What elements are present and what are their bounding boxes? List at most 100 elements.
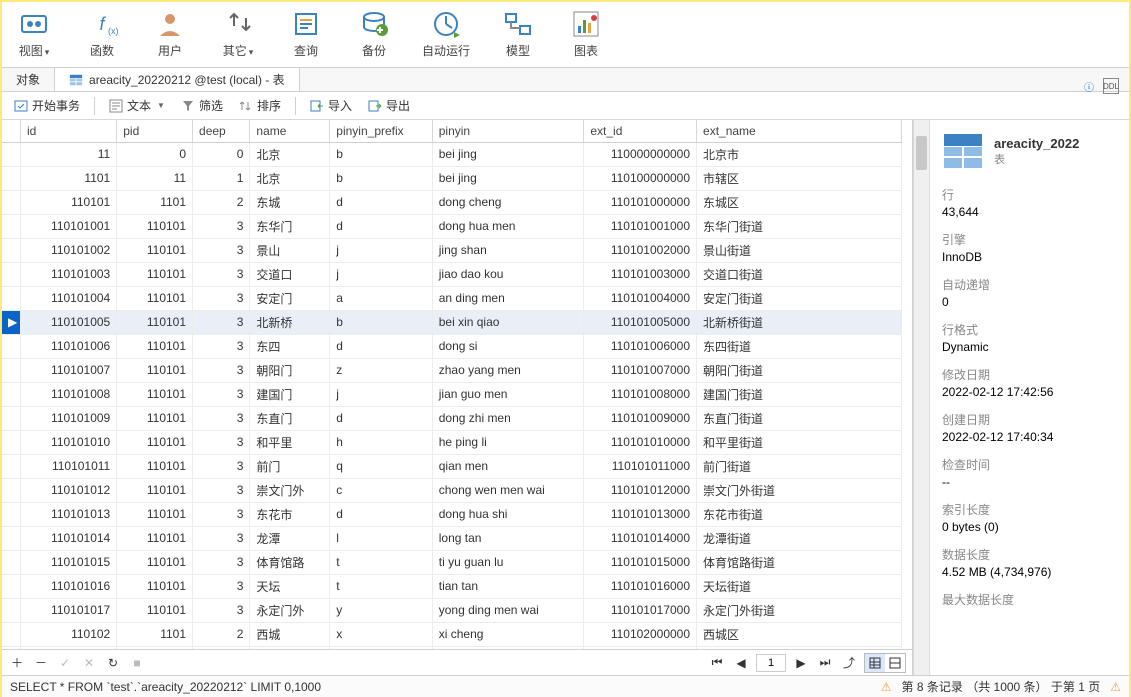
form-view-button[interactable] bbox=[885, 654, 905, 672]
cell-pinyin-prefix[interactable]: d bbox=[330, 190, 432, 214]
cell-pinyin[interactable]: bei xin qiao bbox=[432, 310, 584, 334]
cell-ext-name[interactable]: 永定门外街道 bbox=[697, 598, 902, 622]
cell-pinyin-prefix[interactable]: d bbox=[330, 334, 432, 358]
cell-pinyin[interactable]: dong zhi men bbox=[432, 406, 584, 430]
cell-id[interactable]: 110101009 bbox=[20, 406, 116, 430]
cell-deep[interactable]: 3 bbox=[193, 214, 250, 238]
cell-ext-name[interactable]: 景山街道 bbox=[697, 238, 902, 262]
cell-id[interactable]: 110101011 bbox=[20, 454, 116, 478]
cell-pid[interactable]: 110101 bbox=[117, 262, 193, 286]
cell-pinyin[interactable]: xi cheng bbox=[432, 622, 584, 646]
cell-id[interactable]: 110101003 bbox=[20, 262, 116, 286]
cell-id[interactable]: 110101012 bbox=[20, 478, 116, 502]
cell-pinyin[interactable]: bei jing bbox=[432, 142, 584, 166]
cell-pinyin[interactable]: dong hua shi bbox=[432, 502, 584, 526]
cell-name[interactable]: 北京 bbox=[250, 142, 330, 166]
table-row[interactable]: ▶1101010141101013龙潭llong tan110101014000… bbox=[2, 526, 902, 550]
cell-pid[interactable]: 110101 bbox=[117, 574, 193, 598]
table-row[interactable]: ▶11010111012东城ddong cheng110101000000东城区 bbox=[2, 190, 902, 214]
cell-pinyin[interactable]: jing shan bbox=[432, 238, 584, 262]
cell-pinyin-prefix[interactable]: t bbox=[330, 550, 432, 574]
cell-pid[interactable]: 110101 bbox=[117, 286, 193, 310]
data-grid[interactable]: idpiddeepnamepinyin_prefixpinyinext_idex… bbox=[2, 120, 912, 649]
cell-pinyin[interactable]: ti yu guan lu bbox=[432, 550, 584, 574]
cell-ext-id[interactable]: 110101000000 bbox=[584, 190, 697, 214]
cell-pinyin[interactable]: xi chang an jie bbox=[432, 646, 584, 649]
cell-name[interactable]: 北新桥 bbox=[250, 310, 330, 334]
cell-deep[interactable]: 3 bbox=[193, 262, 250, 286]
cell-ext-id[interactable]: 110101015000 bbox=[584, 550, 697, 574]
cell-name[interactable]: 东华门 bbox=[250, 214, 330, 238]
cell-deep[interactable]: 0 bbox=[193, 142, 250, 166]
cell-pid[interactable]: 110101 bbox=[117, 478, 193, 502]
table-row[interactable]: ▶1101010031101013交道口jjiao dao kou1101010… bbox=[2, 262, 902, 286]
cell-name[interactable]: 朝阳门 bbox=[250, 358, 330, 382]
cell-pinyin-prefix[interactable]: t bbox=[330, 574, 432, 598]
cell-pinyin-prefix[interactable]: d bbox=[330, 214, 432, 238]
cell-pinyin[interactable]: chong wen men wai bbox=[432, 478, 584, 502]
cell-deep[interactable]: 3 bbox=[193, 238, 250, 262]
cell-ext-name[interactable]: 市辖区 bbox=[697, 166, 902, 190]
cell-name[interactable]: 天坛 bbox=[250, 574, 330, 598]
cell-ext-name[interactable]: 东城区 bbox=[697, 190, 902, 214]
filter-button[interactable]: 筛选 bbox=[175, 95, 229, 116]
ribbon-user-button[interactable]: 用户 bbox=[146, 6, 194, 61]
cell-ext-id[interactable]: 110101002000 bbox=[584, 238, 697, 262]
cell-id[interactable]: 110101016 bbox=[20, 574, 116, 598]
cell-id[interactable]: 110101 bbox=[20, 190, 116, 214]
cell-name[interactable]: 东四 bbox=[250, 334, 330, 358]
table-row[interactable]: ▶1101010061101013东四ddong si110101006000东… bbox=[2, 334, 902, 358]
refresh-button[interactable]: ↻ bbox=[104, 654, 122, 672]
cell-name[interactable]: 安定门 bbox=[250, 286, 330, 310]
cell-pinyin[interactable]: an ding men bbox=[432, 286, 584, 310]
cell-name[interactable]: 东城 bbox=[250, 190, 330, 214]
cell-deep[interactable]: 3 bbox=[193, 430, 250, 454]
cell-name[interactable]: 西长安街 bbox=[250, 646, 330, 649]
table-row[interactable]: ▶1101010051101013北新桥bbei xin qiao1101010… bbox=[2, 310, 902, 334]
add-row-button[interactable]: ＋ bbox=[8, 654, 26, 672]
cell-deep[interactable]: 3 bbox=[193, 334, 250, 358]
cell-pid[interactable]: 110101 bbox=[117, 358, 193, 382]
cell-pid[interactable]: 110101 bbox=[117, 238, 193, 262]
cell-pid[interactable]: 11 bbox=[117, 166, 193, 190]
cell-pid[interactable]: 110101 bbox=[117, 430, 193, 454]
cell-deep[interactable]: 3 bbox=[193, 646, 250, 649]
cell-ext-name[interactable]: 建国门街道 bbox=[697, 382, 902, 406]
cell-id[interactable]: 110101002 bbox=[20, 238, 116, 262]
cell-ext-name[interactable]: 安定门街道 bbox=[697, 286, 902, 310]
cell-ext-name[interactable]: 龙潭街道 bbox=[697, 526, 902, 550]
column-header-deep[interactable]: deep bbox=[193, 120, 250, 142]
prev-page-button[interactable]: ◀ bbox=[732, 654, 750, 672]
cell-pinyin-prefix[interactable]: y bbox=[330, 598, 432, 622]
cell-deep[interactable]: 3 bbox=[193, 526, 250, 550]
vertical-scrollbar[interactable] bbox=[913, 120, 929, 675]
cell-deep[interactable]: 2 bbox=[193, 622, 250, 646]
cell-pinyin-prefix[interactable]: c bbox=[330, 478, 432, 502]
cell-pinyin-prefix[interactable]: b bbox=[330, 310, 432, 334]
cell-ext-id[interactable]: 110101005000 bbox=[584, 310, 697, 334]
cell-deep[interactable]: 2 bbox=[193, 190, 250, 214]
cell-ext-name[interactable]: 崇文门外街道 bbox=[697, 478, 902, 502]
cell-pinyin[interactable]: zhao yang men bbox=[432, 358, 584, 382]
cell-deep[interactable]: 3 bbox=[193, 406, 250, 430]
cell-deep[interactable]: 3 bbox=[193, 550, 250, 574]
cell-ext-id[interactable]: 110100000000 bbox=[584, 166, 697, 190]
cell-pinyin[interactable]: dong si bbox=[432, 334, 584, 358]
cell-pid[interactable]: 110101 bbox=[117, 526, 193, 550]
column-header-pid[interactable]: pid bbox=[117, 120, 193, 142]
cell-pinyin[interactable]: dong cheng bbox=[432, 190, 584, 214]
goto-row-button[interactable]: ⤴ bbox=[840, 654, 858, 672]
table-row[interactable]: ▶1101010111101013前门qqian men110101011000… bbox=[2, 454, 902, 478]
tab-objects[interactable]: 对象 bbox=[2, 68, 55, 91]
cell-pinyin-prefix[interactable]: h bbox=[330, 430, 432, 454]
cell-ext-id[interactable]: 110102001000 bbox=[584, 646, 697, 649]
scrollbar-thumb[interactable] bbox=[916, 136, 927, 170]
cell-pinyin-prefix[interactable]: q bbox=[330, 454, 432, 478]
ribbon-view-button[interactable]: 视图▾ bbox=[10, 6, 58, 61]
cell-id[interactable]: 110101008 bbox=[20, 382, 116, 406]
ribbon-chart-button[interactable]: 图表 bbox=[562, 6, 610, 61]
cell-name[interactable]: 景山 bbox=[250, 238, 330, 262]
ribbon-func-button[interactable]: f(x)函数 bbox=[78, 6, 126, 61]
text-mode-button[interactable]: 文本▼ bbox=[103, 95, 171, 116]
cell-pid[interactable]: 1101 bbox=[117, 190, 193, 214]
